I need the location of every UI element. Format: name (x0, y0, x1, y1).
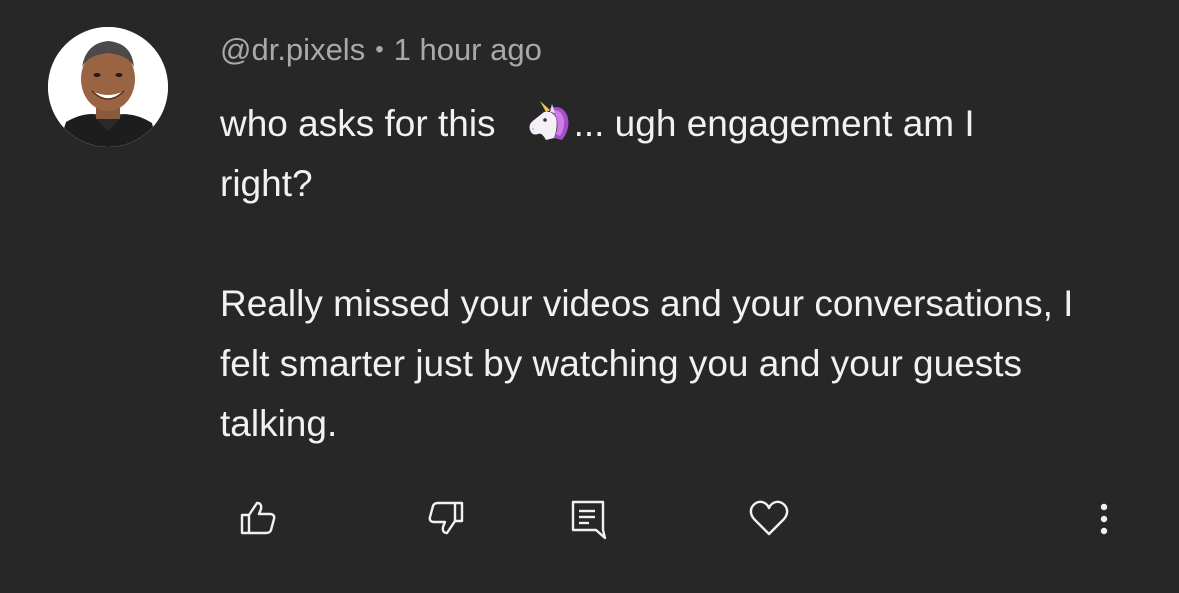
avatar-image (48, 27, 168, 147)
comment-text-after-emoji: ... ugh engagement am I (573, 103, 975, 144)
reply-icon (571, 500, 607, 540)
reply-button[interactable] (569, 498, 609, 540)
comment-line-1: who asks for this ... ugh engagement am … (220, 94, 1120, 154)
comment-meta: @dr.pixels • 1 hour ago (220, 30, 542, 73)
thumbs-up-icon (240, 501, 276, 535)
author-handle[interactable]: @dr.pixels (220, 32, 365, 67)
like-button[interactable] (238, 498, 278, 538)
heart-icon (749, 500, 789, 536)
comment-body: who asks for this ... ugh engagement am … (220, 94, 1120, 454)
heart-button[interactable] (748, 498, 790, 538)
comment-text-before-emoji: who asks for this (220, 103, 496, 144)
more-icon (1100, 503, 1108, 535)
comment-line-2: right? (220, 163, 313, 204)
avatar[interactable] (48, 27, 168, 147)
thumbs-down-icon (428, 501, 464, 535)
meta-separator: • (375, 36, 384, 63)
unicorn-emoji-icon (524, 100, 574, 144)
more-options-button[interactable] (1090, 498, 1118, 540)
comment-time: 1 hour ago (393, 32, 542, 67)
dislike-button[interactable] (426, 498, 466, 538)
comment-actions (0, 490, 1179, 560)
comment-paragraph-2: Really missed your videos and your conve… (220, 283, 1074, 444)
